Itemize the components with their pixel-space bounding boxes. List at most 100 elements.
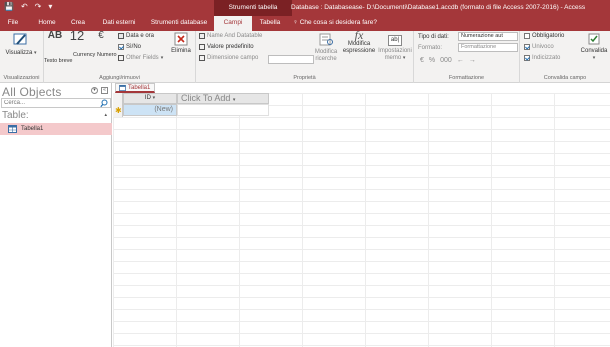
field-size-label: Dimensione campo bbox=[207, 55, 259, 61]
nav-search-box[interactable] bbox=[1, 98, 111, 108]
modify-expression-button[interactable]: fx Modifica espressione bbox=[342, 28, 376, 55]
tab-home[interactable]: Home bbox=[32, 16, 62, 31]
table-icon bbox=[119, 84, 126, 91]
number-button[interactable]: 12 bbox=[67, 29, 87, 42]
chevron-down-icon: ▾ bbox=[592, 55, 596, 61]
title-bar: 💾 ↶ ↷ ▾ Strumenti tabella Database : Dat… bbox=[0, 0, 610, 16]
redo-icon[interactable]: ↷ bbox=[35, 2, 42, 11]
tab-campi[interactable]: Campi bbox=[214, 16, 252, 31]
other-fields-label: Other Fields bbox=[126, 55, 159, 61]
lightbulb-icon: ♀ bbox=[293, 19, 300, 26]
nav-header[interactable]: All Objects bbox=[2, 85, 62, 99]
group-formatting: Tipo di dati: Numerazione aut Formato: F… bbox=[414, 31, 520, 83]
document-area: Tabella1 ID ▾ Click To Add ▾ ✱ (New) bbox=[113, 83, 610, 347]
short-text-button[interactable]: AB bbox=[46, 31, 64, 41]
memo-settings-button[interactable]: ab| Impostazioni memo ▾ bbox=[378, 32, 412, 62]
context-tools-label: Strumenti tabella bbox=[214, 0, 292, 16]
group-label-properties: Proprietà bbox=[293, 75, 316, 81]
tell-me-search[interactable]: ♀ Che cosa si desidera fare? bbox=[293, 16, 377, 31]
other-fields-button[interactable]: Other Fields ▾ bbox=[118, 55, 163, 61]
indexed-checkbox-box bbox=[524, 55, 530, 61]
increase-decimals-icon[interactable]: ← bbox=[457, 57, 464, 64]
delete-button[interactable]: Elimina bbox=[170, 32, 192, 55]
field-size-icon bbox=[199, 55, 205, 61]
calendar-icon bbox=[118, 33, 124, 39]
name-caption-label: Name And Datatable bbox=[207, 33, 263, 39]
indexed-checkbox[interactable]: Indicizzato bbox=[524, 55, 560, 61]
default-value-button[interactable]: Valore predefinito bbox=[199, 44, 254, 50]
nav-item-tabella1[interactable]: Tabella1 bbox=[0, 123, 112, 135]
format-value: Formattazione bbox=[461, 44, 497, 50]
data-type-value: Numerazione aut bbox=[461, 33, 503, 39]
modify-lookups-label: Modifica ricerche bbox=[314, 49, 338, 62]
grid-background bbox=[113, 93, 610, 347]
column-header-id-label: ID bbox=[144, 95, 151, 101]
fx-icon: fx bbox=[354, 28, 364, 42]
percent-icon[interactable]: % bbox=[429, 57, 435, 64]
undo-icon[interactable]: ↶ bbox=[21, 2, 28, 11]
save-icon[interactable]: 💾 bbox=[4, 2, 14, 11]
date-time-label: Data e ora bbox=[126, 33, 155, 39]
yesno-label: Sì/No bbox=[126, 44, 142, 50]
validation-icon bbox=[588, 33, 600, 45]
modify-lookups-button[interactable]: Modifica ricerche bbox=[312, 32, 340, 63]
new-record-cell-id[interactable]: (New) bbox=[123, 104, 177, 116]
date-time-button[interactable]: Data e ora bbox=[118, 33, 154, 39]
currency-label: Currency bbox=[73, 52, 96, 58]
collapse-group-icon[interactable]: ▴ bbox=[104, 112, 107, 118]
format-select[interactable]: Formattazione bbox=[458, 43, 518, 52]
datasheet-grid: ID ▾ Click To Add ▾ ✱ (New) bbox=[113, 93, 610, 347]
tab-dati-esterni[interactable]: Dati esterni bbox=[94, 16, 144, 31]
default-value-label: Valore predefinito bbox=[207, 44, 254, 50]
currency-button[interactable]: € bbox=[92, 31, 110, 41]
memo-settings-label: Impostazioni memo bbox=[378, 48, 412, 61]
nav-search-input[interactable] bbox=[2, 99, 97, 107]
view-button[interactable]: Visualizza ▾ bbox=[3, 32, 39, 57]
search-icon[interactable] bbox=[100, 99, 108, 108]
required-checkbox[interactable]: Obbligatorio bbox=[524, 33, 564, 39]
document-tab-tabella1[interactable]: Tabella1 bbox=[115, 83, 156, 93]
checkbox-icon bbox=[118, 44, 124, 50]
column-header-add-label: Click To Add bbox=[181, 93, 231, 103]
new-record-cell-add[interactable] bbox=[177, 104, 269, 116]
customize-qat-icon[interactable]: ▾ bbox=[48, 2, 52, 11]
column-header-id[interactable]: ID ▾ bbox=[123, 93, 177, 104]
delete-icon bbox=[174, 32, 188, 46]
data-type-select[interactable]: Numerazione aut bbox=[458, 32, 518, 41]
nav-header-controls: ▾ « bbox=[91, 87, 108, 94]
validation-label: Convalida bbox=[580, 48, 608, 54]
chevron-down-icon[interactable]: ▾ bbox=[153, 94, 156, 103]
unique-checkbox[interactable]: Univoco bbox=[524, 44, 554, 50]
decrease-decimals-icon[interactable]: → bbox=[469, 57, 476, 64]
memo-icon: ab| bbox=[387, 35, 403, 46]
nav-menu-icon[interactable]: ▾ bbox=[91, 87, 98, 94]
comma-style-icon[interactable]: 000 bbox=[440, 57, 452, 64]
indexed-label: Indicizzato bbox=[532, 55, 561, 61]
access-window: 💾 ↶ ↷ ▾ Strumenti tabella Database : Dat… bbox=[0, 0, 610, 347]
column-header-click-to-add[interactable]: Click To Add ▾ bbox=[177, 93, 269, 104]
field-size-input[interactable] bbox=[268, 55, 314, 64]
validation-button[interactable]: Convalida ▾ bbox=[580, 32, 608, 62]
modify-expression-label: Modifica espressione bbox=[342, 41, 376, 54]
tab-tabella[interactable]: Tabella bbox=[254, 16, 286, 31]
shutter-bar-icon[interactable]: « bbox=[101, 87, 108, 94]
quick-access-toolbar: 💾 ↶ ↷ ▾ bbox=[4, 2, 52, 11]
unique-checkbox-box bbox=[524, 44, 530, 50]
group-label-formatting: Formattazione bbox=[448, 75, 485, 81]
group-views: Visualizza ▾ Visualizzazioni bbox=[0, 31, 44, 83]
tab-strumenti-database[interactable]: Strumenti database bbox=[146, 16, 212, 31]
table-icon bbox=[8, 125, 17, 133]
group-label-validation: Convalida campo bbox=[543, 75, 587, 81]
number-format-buttons: € % 000 ← → bbox=[420, 57, 476, 64]
tab-file[interactable]: File bbox=[0, 16, 26, 31]
yesno-button[interactable]: Sì/No bbox=[118, 44, 141, 50]
ribbon-tabs: File Home Crea Dati esterni Strumenti da… bbox=[0, 16, 610, 31]
nav-group-tables[interactable]: Table: bbox=[2, 110, 29, 121]
currency-format-icon[interactable]: € bbox=[420, 57, 424, 64]
new-record-star-icon: ✱ bbox=[115, 106, 122, 115]
name-caption-button[interactable]: Name And Datatable bbox=[199, 33, 262, 39]
nav-item-label: Tabella1 bbox=[21, 126, 44, 132]
number-label: Numero bbox=[97, 52, 117, 58]
navigation-pane: All Objects ▾ « Table: ▴ Tabella1 bbox=[0, 83, 112, 347]
unique-label: Univoco bbox=[532, 44, 554, 50]
